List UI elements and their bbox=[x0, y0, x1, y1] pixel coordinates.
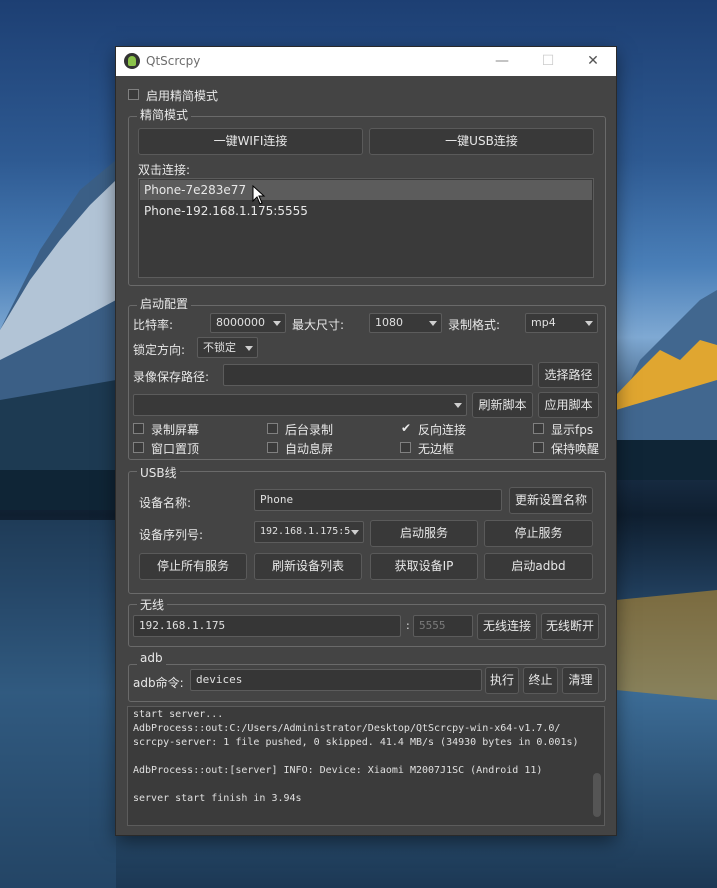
background-record-checkbox[interactable] bbox=[267, 423, 278, 434]
execute-button[interactable]: 执行 bbox=[485, 667, 519, 694]
stop-service-button[interactable]: 停止服务 bbox=[484, 520, 593, 547]
console-line: AdbProcess::out:C:/Users/Administrator/D… bbox=[133, 723, 561, 734]
title-bar: QtScrcpy — ☐ ✕ bbox=[116, 47, 616, 76]
one-click-usb-button[interactable]: 一键USB连接 bbox=[369, 128, 594, 155]
frameless-checkbox[interactable] bbox=[400, 442, 411, 453]
window-on-top-checkbox[interactable] bbox=[133, 442, 144, 453]
auto-screen-off-label: 自动息屏 bbox=[285, 442, 334, 456]
max-size-label: 最大尺寸: bbox=[292, 318, 345, 332]
refresh-script-button[interactable]: 刷新脚本 bbox=[472, 392, 533, 418]
device-list-item[interactable]: Phone-7e283e77 bbox=[140, 180, 592, 200]
simple-mode-checkbox[interactable] bbox=[128, 89, 139, 100]
device-name-input[interactable]: Phone bbox=[254, 489, 502, 511]
wireless-group-title: 无线 bbox=[137, 596, 168, 613]
ip-port-separator: : bbox=[406, 619, 410, 632]
update-device-name-button[interactable]: 更新设置名称 bbox=[509, 487, 593, 514]
checkmark-icon: ✔ bbox=[401, 421, 412, 435]
adb-group-title: adb bbox=[137, 651, 166, 665]
simple-mode-group-title: 精简模式 bbox=[137, 106, 192, 123]
device-name-label: 设备名称: bbox=[139, 496, 192, 510]
chevron-down-icon bbox=[273, 321, 281, 326]
max-size-select[interactable]: 1080 bbox=[369, 313, 442, 333]
bitrate-label: 比特率: bbox=[133, 318, 174, 332]
reverse-connect-label: 反向连接 bbox=[418, 423, 467, 437]
get-device-ip-button[interactable]: 获取设备IP bbox=[370, 553, 478, 580]
console-scrollbar[interactable] bbox=[593, 773, 601, 817]
lock-orientation-select[interactable]: 不锁定 bbox=[197, 337, 258, 358]
window-title: QtScrcpy bbox=[146, 54, 201, 68]
maximize-button[interactable]: ☐ bbox=[525, 47, 571, 76]
record-path-label: 录像保存路径: bbox=[133, 370, 210, 384]
output-console[interactable]: start server... AdbProcess::out:C:/Users… bbox=[127, 706, 605, 826]
script-select[interactable] bbox=[133, 394, 467, 416]
bitrate-select[interactable]: 8000000 bbox=[210, 313, 286, 333]
simple-mode-label: 启用精简模式 bbox=[146, 89, 219, 103]
auto-screen-off-checkbox[interactable] bbox=[267, 442, 278, 453]
refresh-device-list-button[interactable]: 刷新设备列表 bbox=[254, 553, 362, 580]
wireless-ip-input[interactable]: 192.168.1.175 bbox=[133, 615, 401, 637]
reverse-connect-checkbox[interactable]: ✔ bbox=[400, 421, 412, 435]
wireless-connect-button[interactable]: 无线连接 bbox=[477, 613, 537, 640]
start-service-button[interactable]: 启动服务 bbox=[370, 520, 478, 547]
frameless-label: 无边框 bbox=[418, 442, 455, 456]
serial-select[interactable]: 192.168.1.175:5 bbox=[254, 521, 364, 543]
start-adbd-button[interactable]: 启动adbd bbox=[484, 553, 593, 580]
usb-group-title: USB线 bbox=[137, 464, 180, 481]
device-list-item[interactable]: Phone-192.168.1.175:5555 bbox=[140, 201, 592, 221]
chevron-down-icon bbox=[429, 321, 437, 326]
console-line: scrcpy-server: 1 file pushed, 0 skipped.… bbox=[133, 737, 579, 748]
device-list[interactable]: Phone-7e283e77 Phone-192.168.1.175:5555 bbox=[138, 178, 594, 278]
close-button[interactable]: ✕ bbox=[570, 47, 616, 76]
record-format-select[interactable]: mp4 bbox=[525, 313, 598, 333]
console-line: start server... bbox=[133, 709, 224, 720]
chevron-down-icon bbox=[351, 530, 359, 535]
double-click-connect-label: 双击连接: bbox=[138, 163, 191, 177]
stay-awake-checkbox[interactable] bbox=[533, 442, 544, 453]
serial-label: 设备序列号: bbox=[139, 528, 204, 542]
show-fps-checkbox[interactable] bbox=[533, 423, 544, 434]
clear-button[interactable]: 清理 bbox=[562, 667, 599, 694]
adb-command-input[interactable]: devices bbox=[190, 669, 482, 691]
chevron-down-icon bbox=[245, 345, 253, 351]
console-line: AdbProcess::out:[server] INFO: Device: X… bbox=[133, 765, 543, 776]
start-config-group-title: 启动配置 bbox=[137, 295, 192, 312]
chevron-down-icon bbox=[454, 403, 462, 408]
adb-command-label: adb命令: bbox=[133, 676, 184, 690]
select-path-button[interactable]: 选择路径 bbox=[538, 362, 599, 388]
record-format-label: 录制格式: bbox=[448, 318, 501, 332]
wireless-disconnect-button[interactable]: 无线断开 bbox=[541, 613, 599, 640]
mouse-cursor-icon bbox=[252, 185, 266, 205]
background-record-label: 后台录制 bbox=[285, 423, 334, 437]
minimize-button[interactable]: — bbox=[479, 47, 525, 76]
apply-script-button[interactable]: 应用脚本 bbox=[538, 392, 599, 418]
wireless-port-input[interactable]: 5555 bbox=[413, 615, 473, 637]
record-screen-checkbox[interactable] bbox=[133, 423, 144, 434]
lock-orientation-label: 锁定方向: bbox=[133, 343, 186, 357]
stay-awake-label: 保持唤醒 bbox=[551, 442, 600, 456]
app-window: QtScrcpy — ☐ ✕ 启用精简模式 精简模式 一键WIFI连接 一键US… bbox=[116, 47, 616, 835]
stop-all-services-button[interactable]: 停止所有服务 bbox=[139, 553, 247, 580]
android-app-icon bbox=[124, 53, 140, 69]
console-line: server start finish in 3.94s bbox=[133, 793, 302, 804]
record-path-input[interactable] bbox=[223, 364, 533, 386]
terminate-button[interactable]: 终止 bbox=[523, 667, 558, 694]
record-screen-label: 录制屏幕 bbox=[151, 423, 200, 437]
show-fps-label: 显示fps bbox=[551, 423, 594, 437]
chevron-down-icon bbox=[585, 321, 593, 326]
one-click-wifi-button[interactable]: 一键WIFI连接 bbox=[138, 128, 363, 155]
window-on-top-label: 窗口置顶 bbox=[151, 442, 200, 456]
